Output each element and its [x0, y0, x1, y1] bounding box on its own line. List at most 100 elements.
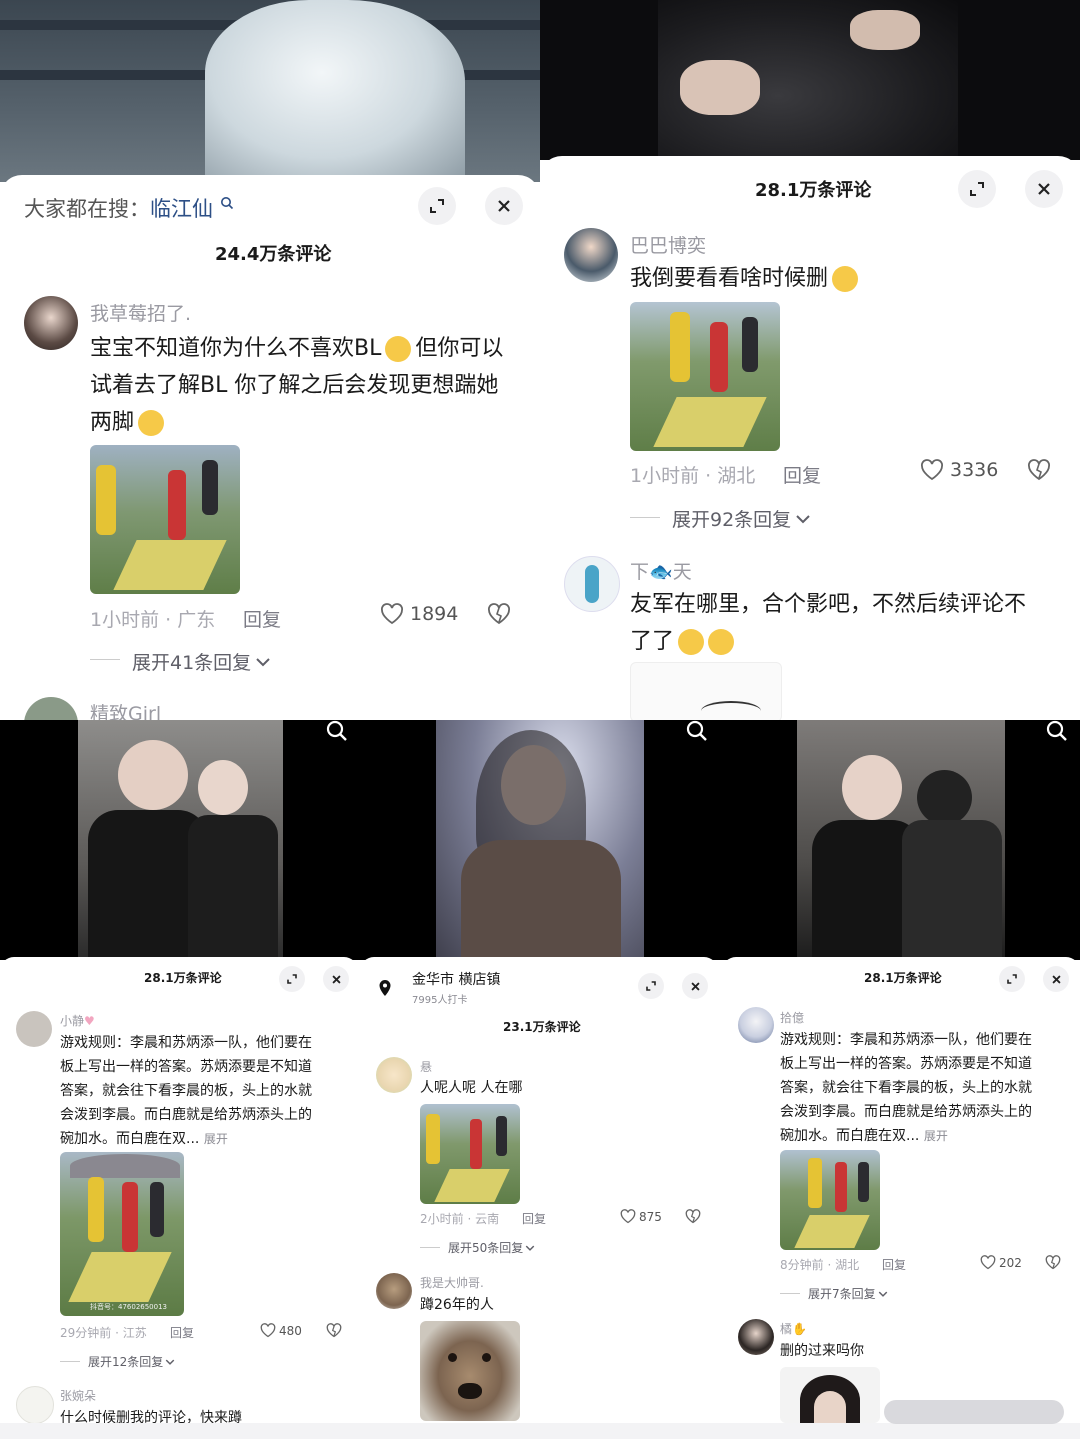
- avatar[interactable]: [376, 1273, 412, 1309]
- person-black: [742, 317, 758, 372]
- comment-text-part: 两脚: [90, 410, 135, 435]
- person-cardigan: [461, 840, 621, 960]
- comment-image[interactable]: [420, 1321, 520, 1421]
- expand-replies[interactable]: 展开92条回复: [672, 505, 811, 532]
- dislike-button[interactable]: [1045, 1255, 1061, 1274]
- chevron-down-icon: [166, 1359, 175, 1365]
- comment-text: 游戏规则：李晨和苏炳添一队，他们要在 板上写出一样的答案。苏炳添要是不知道 答案…: [780, 1028, 1072, 1148]
- avatar[interactable]: [24, 296, 78, 350]
- trending-term[interactable]: 临江仙: [150, 197, 213, 221]
- location-name: 金华市 横店镇: [412, 972, 501, 988]
- heart-icon: [980, 1255, 996, 1270]
- bottom-strip: [0, 1423, 1080, 1439]
- dislike-icon: [488, 603, 510, 625]
- close-button[interactable]: [1043, 966, 1069, 992]
- expand-button[interactable]: [638, 973, 664, 999]
- comment-image[interactable]: [630, 662, 782, 720]
- photo-portrait[interactable]: [436, 720, 644, 960]
- comment-text: 删的过来吗你: [780, 1343, 864, 1359]
- comment-text-part: 了了: [630, 629, 675, 654]
- comment-count: 28.1万条评论: [755, 180, 872, 201]
- avatar[interactable]: [564, 228, 618, 282]
- comment-username[interactable]: 我是大帅哥.: [420, 1274, 484, 1291]
- reply-button[interactable]: 回复: [882, 1256, 906, 1273]
- show-more-link[interactable]: 展开: [924, 1129, 948, 1143]
- comment-username[interactable]: 小静♥: [60, 1012, 95, 1029]
- person-yellow: [426, 1114, 440, 1164]
- person-man-body: [188, 815, 278, 960]
- photo-top-right: [540, 0, 1080, 160]
- dislike-button[interactable]: [326, 1323, 342, 1342]
- show-more-link[interactable]: 展开: [204, 1132, 228, 1146]
- close-button[interactable]: [323, 966, 349, 992]
- close-button[interactable]: [485, 187, 523, 225]
- like-button[interactable]: 1894: [380, 603, 458, 625]
- reply-button[interactable]: 回复: [783, 461, 821, 488]
- dislike-icon: [1028, 459, 1050, 481]
- trending-search[interactable]: 大家都在搜：临江仙: [24, 193, 234, 223]
- comment-username[interactable]: 精致Girl: [90, 699, 161, 720]
- expand-button[interactable]: [958, 170, 996, 208]
- comment-username[interactable]: 悬: [420, 1058, 432, 1075]
- comment-panel-bottom-mid: 金华市 横店镇 7995人打卡 23.1万条评论 悬 人呢人呢 人在哪 2小时前…: [360, 957, 718, 1423]
- pleading-emoji-icon: [138, 410, 165, 436]
- reply-button[interactable]: 回复: [243, 605, 281, 632]
- like-button[interactable]: 202: [980, 1255, 1022, 1270]
- avatar[interactable]: [738, 1319, 774, 1355]
- dislike-button[interactable]: [685, 1209, 701, 1228]
- dog-eye: [448, 1353, 457, 1362]
- comment-line-text: 碗加水。而白鹿在双...: [780, 1128, 920, 1144]
- comment-username[interactable]: 我草莓招了.: [90, 299, 191, 326]
- comment-image[interactable]: [780, 1150, 880, 1250]
- dislike-button[interactable]: [1027, 459, 1051, 485]
- username-part: 小静: [60, 1014, 85, 1028]
- crying-emoji-icon: [385, 336, 412, 362]
- checkin-count: 7995人打卡: [412, 995, 468, 1006]
- comment-image[interactable]: [90, 445, 240, 594]
- comment-image[interactable]: [420, 1104, 520, 1204]
- expand-replies-label: 展开92条回复: [672, 509, 792, 531]
- expand-button[interactable]: [999, 966, 1025, 992]
- search-button[interactable]: [326, 720, 348, 746]
- close-button[interactable]: [1025, 170, 1063, 208]
- reply-button[interactable]: 回复: [170, 1324, 194, 1341]
- avatar[interactable]: [24, 697, 78, 720]
- close-button[interactable]: [682, 973, 708, 999]
- comment-username[interactable]: 拾億: [780, 1009, 804, 1026]
- expand-replies[interactable]: 展开41条回复: [132, 648, 271, 675]
- like-button[interactable]: 3336: [920, 459, 998, 481]
- avatar[interactable]: [16, 1386, 54, 1423]
- comment-image[interactable]: [630, 302, 780, 451]
- comment-image[interactable]: [780, 1367, 880, 1423]
- expand-button[interactable]: [418, 187, 456, 225]
- comment-username[interactable]: 巴巴博奕: [630, 231, 706, 258]
- search-button[interactable]: [1046, 720, 1068, 746]
- expand-replies[interactable]: 展开12条回复: [88, 1353, 175, 1370]
- reply-button[interactable]: 回复: [522, 1210, 546, 1227]
- avatar[interactable]: [376, 1057, 412, 1093]
- comment-username[interactable]: 张婉朵: [60, 1387, 96, 1404]
- dislike-button[interactable]: [487, 603, 511, 629]
- comment-text: 游戏规则：李晨和苏炳添一队，他们要在 板上写出一样的答案。苏炳添要是不知道 答案…: [60, 1031, 350, 1151]
- expand-icon: [287, 974, 297, 984]
- photo-couple-2[interactable]: [797, 720, 1005, 960]
- like-button[interactable]: 875: [620, 1209, 662, 1224]
- comment-line: 会泼到李晨。而白鹿就是给苏炳添头上的: [780, 1104, 1032, 1120]
- person-red: [470, 1119, 482, 1169]
- expand-replies[interactable]: 展开50条回复: [448, 1239, 535, 1256]
- expand-replies[interactable]: 展开7条回复: [808, 1285, 888, 1302]
- divider: [60, 1361, 80, 1362]
- comment-username[interactable]: 下🐟天: [630, 557, 692, 584]
- expand-button[interactable]: [279, 966, 305, 992]
- comment-username[interactable]: 橘✋: [780, 1320, 807, 1337]
- heart-icon: [620, 1209, 636, 1224]
- comment-image[interactable]: 抖音号：47602650013: [60, 1152, 184, 1316]
- avatar[interactable]: [564, 556, 620, 612]
- search-button[interactable]: [686, 720, 708, 746]
- like-button[interactable]: 480: [260, 1323, 302, 1338]
- close-icon: [1051, 974, 1061, 984]
- photo-couple-1[interactable]: [78, 720, 283, 960]
- avatar[interactable]: [16, 1011, 52, 1047]
- avatar[interactable]: [738, 1007, 774, 1043]
- chevron-down-icon: [526, 1245, 535, 1251]
